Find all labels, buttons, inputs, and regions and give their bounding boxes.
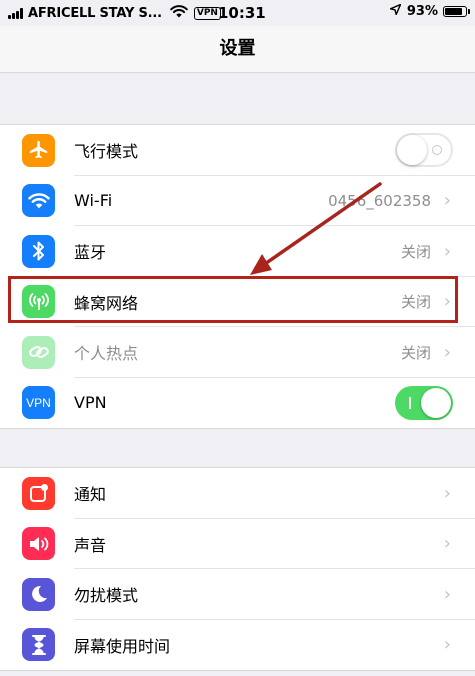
bluetooth-status: 关闭: [400, 242, 431, 261]
chevron-right-icon: ›: [443, 190, 451, 212]
sounds-icon: [22, 527, 55, 561]
wifi-row[interactable]: Wi-Fi 0456_602358 ›: [0, 176, 475, 226]
signal-strength-icon: [8, 7, 23, 19]
airplane-mode-toggle[interactable]: [395, 133, 453, 168]
notifications-icon: [22, 476, 55, 510]
chevron-right-icon: ›: [443, 634, 451, 656]
chevron-right-icon: ›: [443, 240, 451, 262]
personal-hotspot-row[interactable]: 个人热点 关闭 ›: [0, 327, 475, 378]
personal-hotspot-status: 关闭: [400, 343, 431, 362]
status-bar: AFRICELL STAY S... VPN 10:31 93%: [0, 0, 475, 26]
chevron-right-icon: ›: [443, 482, 451, 504]
vpn-icon: VPN: [22, 386, 55, 420]
sounds-label: 声音: [74, 535, 107, 555]
nav-bar: 设置: [0, 26, 475, 73]
do-not-disturb-label: 勿扰模式: [74, 586, 139, 606]
settings-group-connectivity: 飞行模式 Wi-Fi 0456_602358 › 蓝牙 关闭 › 蜂窝网络 关闭…: [0, 124, 475, 429]
sounds-row[interactable]: 声音 ›: [0, 519, 475, 569]
chevron-right-icon: ›: [443, 341, 451, 363]
vpn-toggle[interactable]: [395, 385, 453, 420]
notifications-label: 通知: [74, 485, 107, 505]
toggle-knob: [397, 135, 427, 166]
page-title: 设置: [219, 38, 256, 59]
chevron-right-icon: ›: [443, 291, 451, 313]
carrier-name: AFRICELL STAY S...: [28, 5, 162, 21]
screen-time-row[interactable]: 屏幕使用时间 ›: [0, 620, 475, 671]
bluetooth-icon: [22, 234, 55, 268]
toggle-off-indicator: [432, 145, 442, 156]
notifications-row[interactable]: 通知 ›: [0, 468, 475, 519]
battery-icon: [443, 6, 470, 17]
bluetooth-row[interactable]: 蓝牙 关闭 ›: [0, 226, 475, 277]
cellular-label: 蜂窝网络: [74, 293, 139, 313]
vpn-status-badge: VPN: [193, 6, 221, 20]
wifi-network-name: 0456_602358: [328, 191, 431, 210]
cellular-icon: [22, 285, 55, 319]
screen-time-icon: [22, 628, 55, 662]
chevron-right-icon: ›: [443, 583, 451, 605]
toggle-on-indicator: [409, 396, 411, 409]
airplane-mode-label: 飞行模式: [74, 142, 139, 162]
cellular-status: 关闭: [400, 293, 431, 312]
chevron-right-icon: ›: [443, 533, 451, 555]
personal-hotspot-label: 个人热点: [74, 344, 139, 364]
hotspot-icon: [22, 335, 55, 369]
battery-level-fill: [445, 8, 462, 15]
airplane-mode-row[interactable]: 飞行模式: [0, 125, 475, 176]
settings-group-notifications: 通知 › 声音 › 勿扰模式 › 屏幕使用时间 ›: [0, 467, 475, 671]
battery-percentage: 93%: [406, 4, 438, 19]
airplane-icon: [22, 133, 55, 167]
screen-time-label: 屏幕使用时间: [74, 636, 171, 656]
wifi-icon: [22, 184, 55, 218]
cellular-row[interactable]: 蜂窝网络 关闭 ›: [0, 277, 475, 327]
toggle-knob: [421, 387, 451, 418]
wifi-status-icon: [170, 4, 188, 22]
wifi-label: Wi-Fi: [74, 191, 113, 211]
bluetooth-label: 蓝牙: [74, 243, 107, 263]
do-not-disturb-row[interactable]: 勿扰模式 ›: [0, 569, 475, 620]
vpn-label: VPN: [74, 393, 107, 413]
status-left: AFRICELL STAY S... VPN: [8, 4, 221, 22]
status-right: 93%: [389, 3, 470, 19]
vpn-icon-text: VPN: [26, 395, 51, 410]
do-not-disturb-icon: [22, 577, 55, 611]
vpn-row[interactable]: VPN VPN: [0, 378, 475, 429]
status-time: 10:31: [218, 4, 266, 22]
location-arrow-icon: [389, 3, 402, 19]
